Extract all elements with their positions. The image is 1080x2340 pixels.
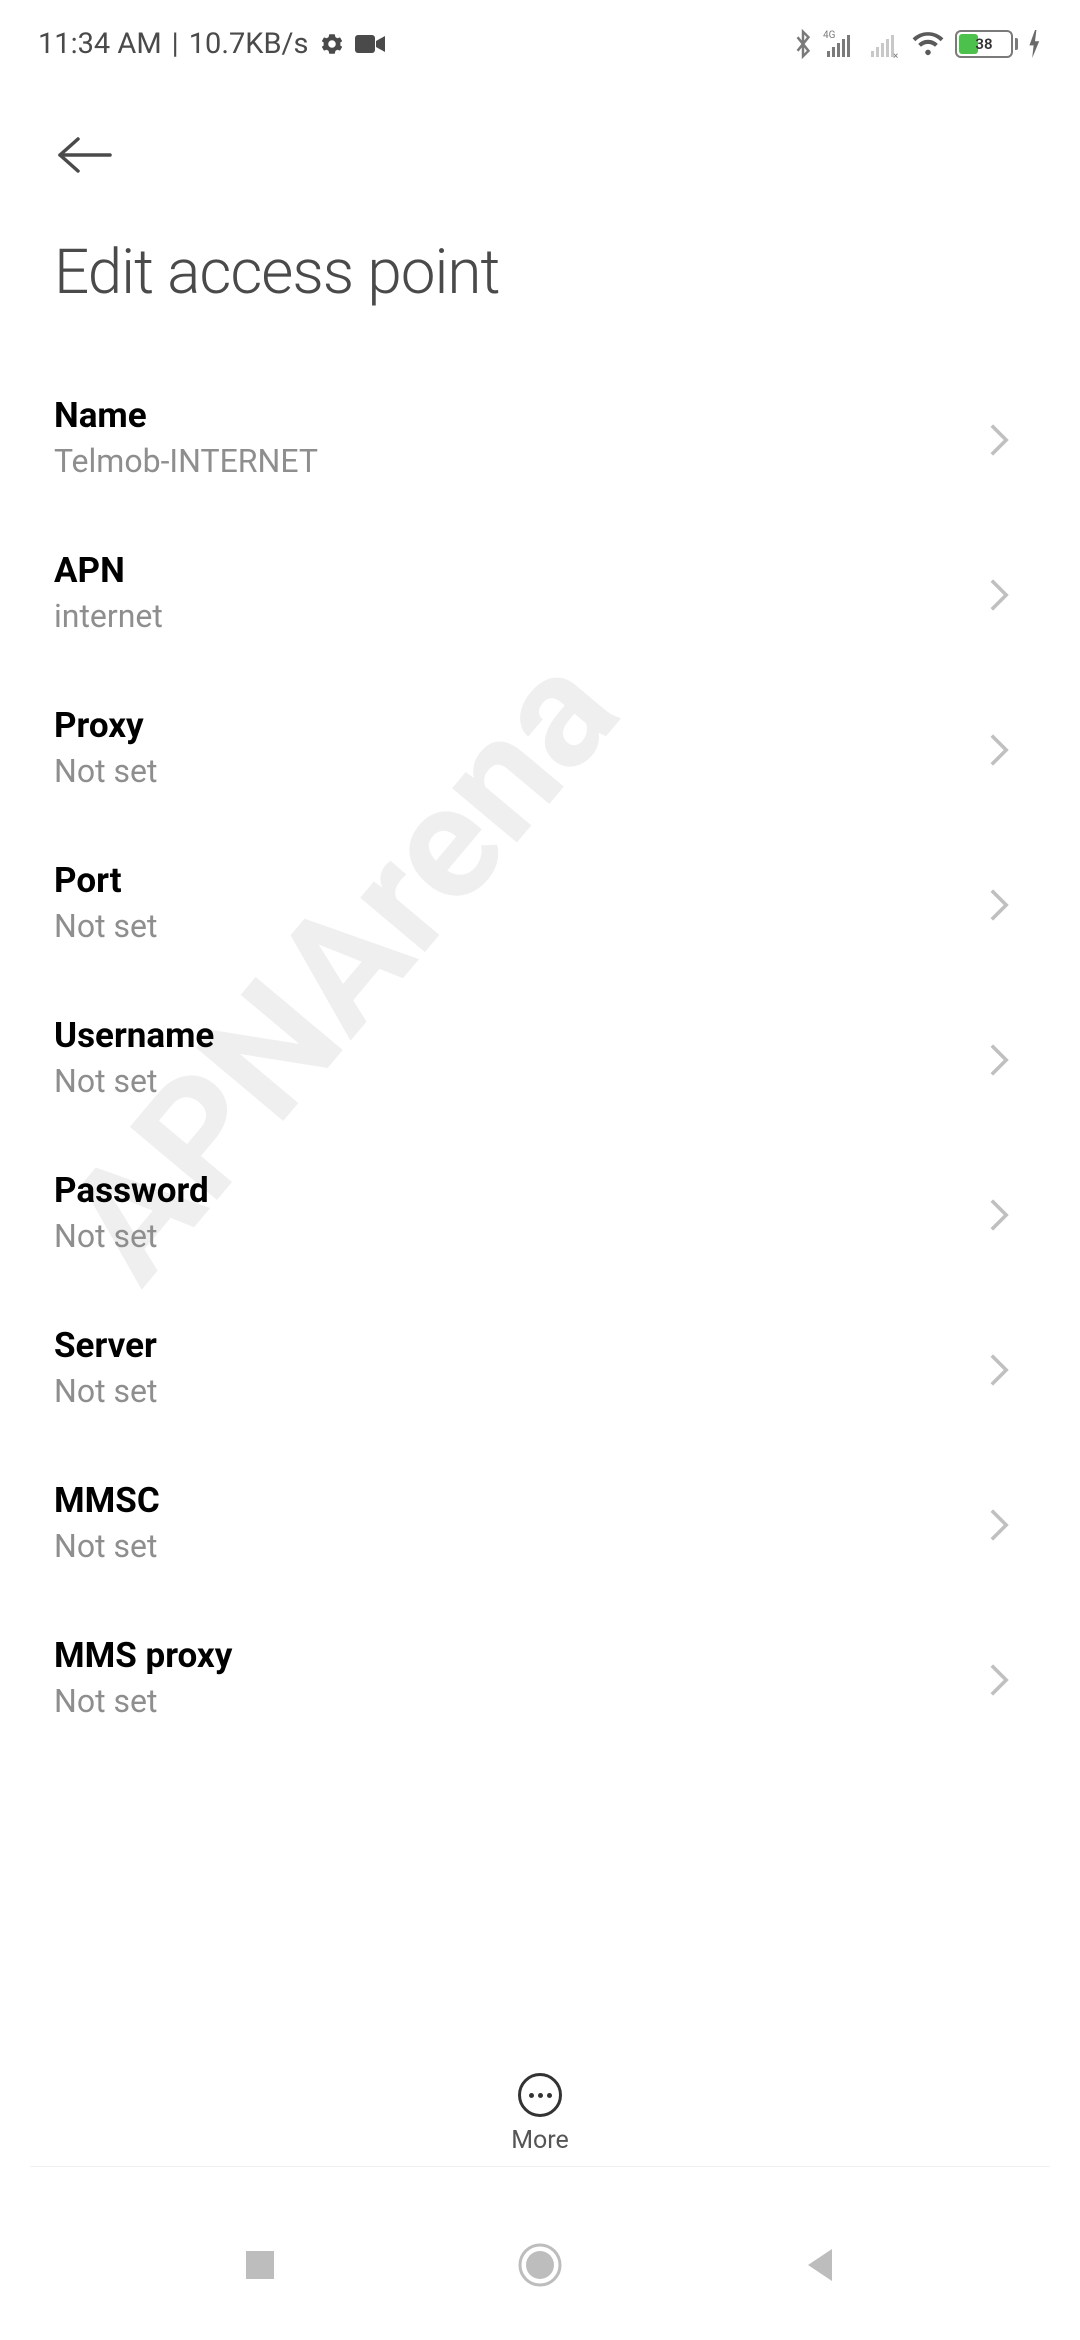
setting-label: Server <box>54 1325 157 1366</box>
page-title: Edit access point <box>0 184 1080 363</box>
setting-password[interactable]: Password Not set <box>54 1138 1020 1293</box>
setting-label: Name <box>54 395 318 436</box>
svg-text:×: × <box>893 51 898 59</box>
settings-list: Name Telmob-INTERNET APN internet Proxy … <box>0 363 1080 2103</box>
setting-value: Not set <box>54 1682 232 1720</box>
charging-icon <box>1028 30 1042 58</box>
setting-value: Not set <box>54 1527 160 1565</box>
status-speed: 10.7KB/s <box>189 27 309 61</box>
chevron-right-icon <box>988 1352 1020 1384</box>
setting-server[interactable]: Server Not set <box>54 1293 1020 1448</box>
setting-label: MMS proxy <box>54 1635 232 1676</box>
wifi-icon <box>911 30 945 58</box>
setting-label: Port <box>54 860 157 901</box>
status-bar: 11:34 AM | 10.7KB/s 4G × 38 <box>0 0 1080 70</box>
chevron-right-icon <box>988 1197 1020 1229</box>
setting-mms-proxy[interactable]: MMS proxy Not set <box>54 1603 1020 1758</box>
header <box>0 70 1080 184</box>
setting-value: Telmob-INTERNET <box>54 442 318 480</box>
divider <box>30 2166 1050 2167</box>
setting-label: Username <box>54 1015 214 1056</box>
nav-back-button[interactable] <box>790 2235 850 2295</box>
setting-value: Not set <box>54 1217 209 1255</box>
back-button[interactable] <box>56 126 114 184</box>
setting-label: MMSC <box>54 1480 160 1521</box>
chevron-right-icon <box>988 1662 1020 1694</box>
battery-icon: 38 <box>955 30 1018 58</box>
chevron-right-icon <box>988 577 1020 609</box>
setting-label: Password <box>54 1170 209 1211</box>
setting-value: Not set <box>54 907 157 945</box>
setting-mmsc[interactable]: MMSC Not set <box>54 1448 1020 1603</box>
chevron-right-icon <box>988 887 1020 919</box>
status-separator: | <box>172 27 179 61</box>
more-label: More <box>511 2126 569 2155</box>
setting-proxy[interactable]: Proxy Not set <box>54 673 1020 828</box>
setting-value: Not set <box>54 1372 157 1410</box>
setting-apn[interactable]: APN internet <box>54 518 1020 673</box>
setting-port[interactable]: Port Not set <box>54 828 1020 983</box>
nav-home-button[interactable] <box>510 2235 570 2295</box>
svg-text:4G: 4G <box>823 30 836 41</box>
setting-name[interactable]: Name Telmob-INTERNET <box>54 363 1020 518</box>
setting-label: Proxy <box>54 705 157 746</box>
setting-label: APN <box>54 550 163 591</box>
nav-bar <box>0 2190 1080 2340</box>
signal-4g-icon: 4G <box>823 29 857 59</box>
nav-recent-button[interactable] <box>230 2235 290 2295</box>
chevron-right-icon <box>988 1042 1020 1074</box>
setting-value: internet <box>54 597 163 635</box>
camera-icon <box>355 33 385 55</box>
status-right: 4G × 38 <box>793 29 1042 59</box>
setting-value: Not set <box>54 1062 214 1100</box>
signal-nosim-icon: × <box>867 29 901 59</box>
gear-icon <box>319 31 345 57</box>
chevron-right-icon <box>988 732 1020 764</box>
chevron-right-icon <box>988 422 1020 454</box>
status-time: 11:34 AM <box>38 27 162 61</box>
setting-value: Not set <box>54 752 157 790</box>
chevron-right-icon <box>988 1507 1020 1539</box>
battery-level: 38 <box>975 35 992 53</box>
status-left: 11:34 AM | 10.7KB/s <box>38 27 385 61</box>
setting-username[interactable]: Username Not set <box>54 983 1020 1138</box>
bluetooth-icon <box>793 29 813 59</box>
